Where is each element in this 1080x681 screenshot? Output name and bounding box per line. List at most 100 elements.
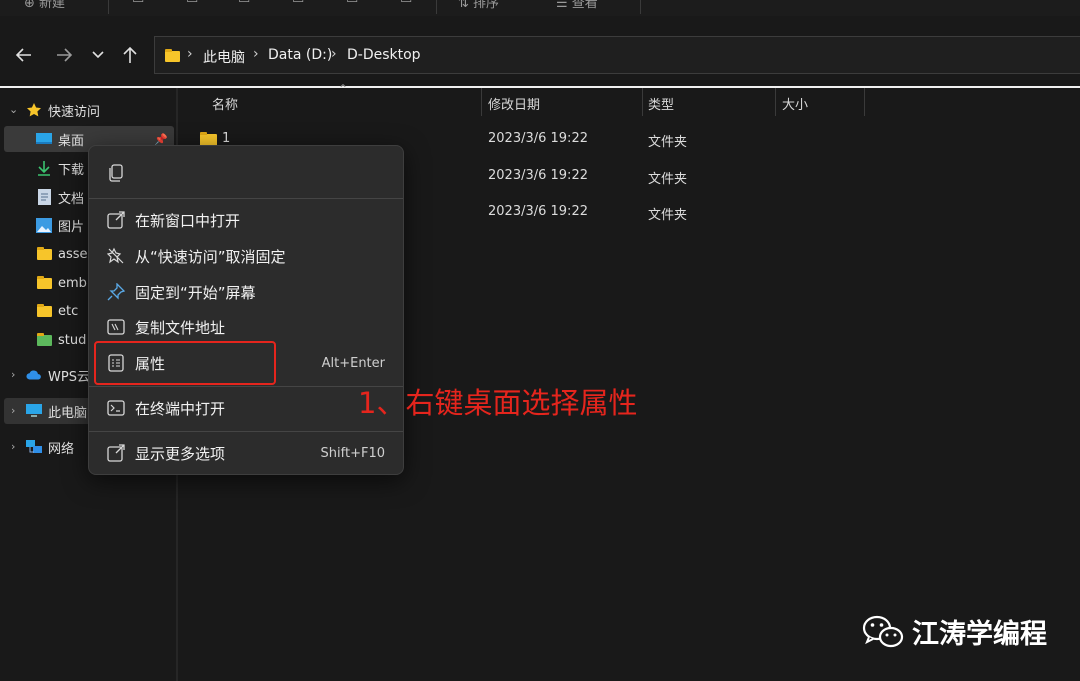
menu-item-copy-path[interactable]: 复制文件地址 [93,310,399,344]
column-header-type[interactable]: 类型 [648,94,674,113]
sidebar-item-label: WPS云 [48,369,90,385]
menu-item-shortcut: Alt+Enter [321,355,385,371]
open-new-window-icon [105,209,127,231]
menu-item-label: 在终端中打开 [135,399,226,418]
pin-icon[interactable]: 📌 [154,133,168,146]
sidebar-item-label: 下载 [58,162,85,178]
column-header-name[interactable]: 名称 [212,94,238,113]
menu-divider [89,198,403,199]
copy-icon[interactable]: ▭ [186,0,198,7]
column-divider[interactable] [775,88,776,116]
folder-icon [36,332,52,348]
cut-icon[interactable]: ▭ [132,0,144,7]
sidebar-item-downloads[interactable]: 下载 [36,155,96,181]
quick-access[interactable]: 快速访问 [26,97,174,123]
sidebar-item-folder[interactable]: asse [36,241,92,267]
menu-item-show-more-options[interactable]: 显示更多选项 Shift+F10 [93,436,399,470]
network-icon [26,439,42,455]
copy-button[interactable] [101,158,131,188]
chevron-right-icon: › [331,46,337,62]
sidebar-item-network[interactable]: 网络 [26,434,90,460]
chevron-down-icon[interactable]: ⌄ [9,103,18,116]
download-icon [36,160,52,176]
menu-item-label: 固定到“开始”屏幕 [135,283,256,302]
breadcrumb-drive[interactable]: Data (D:) [268,47,332,63]
chevron-right-icon[interactable]: › [11,368,15,381]
file-type: 文件夹 [648,172,688,187]
delete-icon[interactable]: ▭ [400,0,412,7]
toolbar-divider [436,0,437,14]
sidebar-item-wps-cloud[interactable]: WPS云 [26,362,90,388]
computer-icon [26,403,42,419]
sidebar-item-documents[interactable]: 文档 [36,184,96,210]
forward-button[interactable] [52,44,76,66]
copy-icon [109,164,123,182]
highlight-box [94,341,276,385]
new-button[interactable]: ⊕ 新建 [24,0,65,11]
menu-item-shortcut: Shift+F10 [320,445,385,461]
folder-icon [165,49,180,62]
address-bar[interactable]: › 此电脑 › Data (D:) › D-Desktop [154,36,1080,74]
back-button[interactable] [12,44,36,66]
breadcrumb-this-pc[interactable]: 此电脑 [203,47,245,67]
cloud-icon [26,367,42,383]
menu-item-open-in-terminal[interactable]: 在终端中打开 [93,391,399,425]
sidebar-item-label: emb [58,275,87,291]
chevron-right-icon[interactable]: › [11,440,15,453]
menu-item-label: 显示更多选项 [135,444,226,463]
sidebar-item-label: 此电脑 [48,405,88,421]
sidebar-item-folder[interactable]: stud [36,327,92,353]
pictures-icon [36,217,52,233]
chevron-right-icon[interactable]: › [11,404,15,417]
menu-item-label: 从“快速访问”取消固定 [135,247,286,266]
new-label: 新建 [39,0,66,11]
sort-button[interactable]: ⇅ 排序 [458,0,499,11]
sidebar-item-folder[interactable]: etc [36,298,92,324]
toolbar-divider [640,0,641,14]
folder-icon [36,303,52,319]
sidebar-item-folder[interactable]: emb [36,270,92,296]
file-type: 文件夹 [648,208,688,223]
menu-item-label: 复制文件地址 [135,318,226,337]
sidebar-item-this-pc[interactable]: 此电脑 [26,398,90,424]
column-header-date[interactable]: 修改日期 [488,94,540,113]
breadcrumb-folder[interactable]: D-Desktop [347,47,421,63]
quick-access-label: 快速访问 [48,104,101,120]
pin-icon [105,281,127,303]
file-name: 1 [222,131,231,146]
arrow-up-icon [123,46,137,63]
file-type: 文件夹 [648,135,688,150]
column-divider[interactable] [481,88,482,116]
paste-icon[interactable]: ▭ [238,0,250,7]
rename-icon[interactable]: ▭ [292,0,304,7]
column-divider[interactable] [642,88,643,116]
share-icon[interactable]: ▭ [346,0,358,7]
sidebar-item-label: 网络 [48,441,75,457]
menu-item-unpin-quick-access[interactable]: 从“快速访问”取消固定 [93,239,399,273]
desktop-icon [36,131,52,147]
chevron-right-icon: › [187,46,193,62]
wechat-icon [862,615,904,647]
folder-icon [36,246,52,262]
sidebar-item-label: 文档 [58,191,85,207]
unpin-icon [105,245,127,267]
menu-item-pin-to-start[interactable]: 固定到“开始”屏幕 [93,275,399,309]
arrow-right-icon [57,48,73,62]
sidebar-item-label: 桌面 [58,133,85,149]
view-button[interactable]: ☰ 查看 [556,0,598,11]
sidebar-item-label: asse [58,246,88,262]
recent-locations-button[interactable] [86,44,110,66]
sidebar-item-pictures[interactable]: 图片 [36,212,96,238]
sidebar-item-label: etc [58,303,79,319]
more-options-icon [105,442,127,464]
star-icon [26,102,42,118]
sidebar-item-label: stud [58,332,87,348]
arrow-left-icon [15,48,31,62]
up-button[interactable] [118,44,142,66]
column-header-size[interactable]: 大小 [782,94,808,113]
document-icon [36,189,52,205]
menu-item-open-new-window[interactable]: 在新窗口中打开 [93,203,399,237]
sort-indicator-icon: ⌃ [338,82,349,96]
column-divider[interactable] [864,88,865,116]
folder-icon [36,275,52,291]
